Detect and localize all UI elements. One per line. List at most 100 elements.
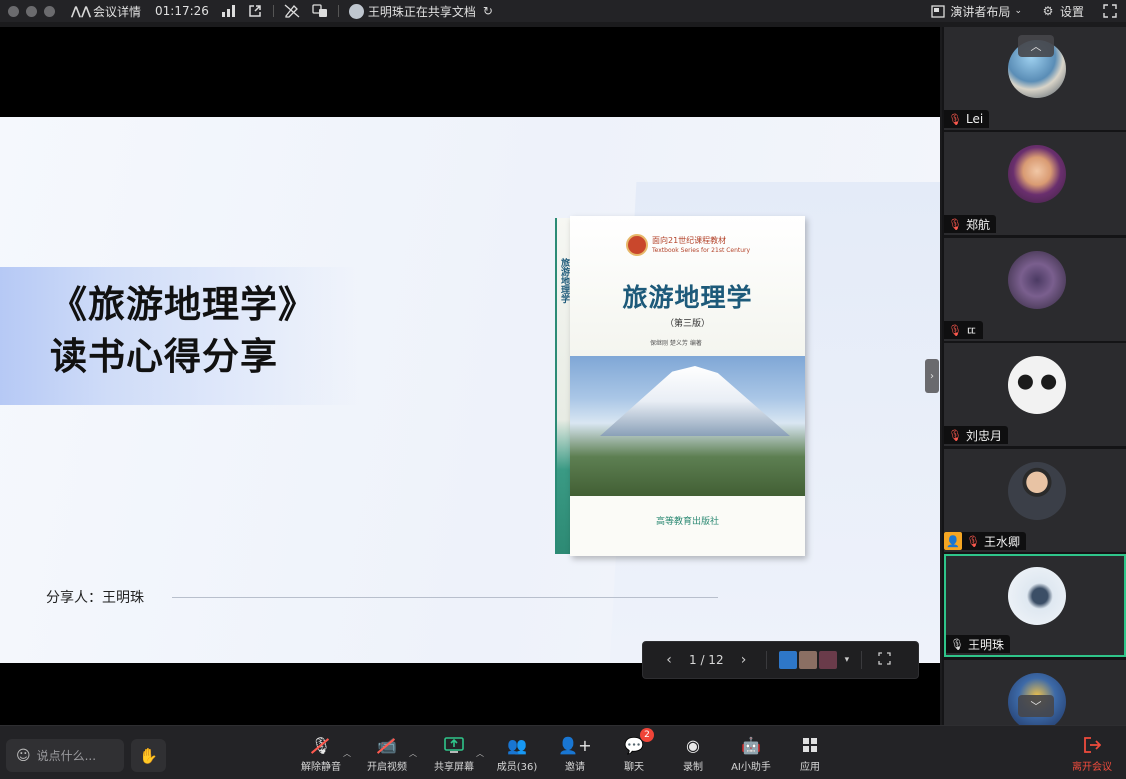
participant-name-tag: 🎙 郑航 <box>944 215 996 233</box>
meeting-details-button[interactable]: ⋀⋀ 会议详情 <box>71 3 142 20</box>
avatar <box>1008 462 1066 520</box>
topbar-right: 演讲者布局 ⌄ ⚙ 设置 <box>930 0 1118 22</box>
leave-meeting-button[interactable]: 离开会议 <box>1070 734 1114 773</box>
mountain-photo <box>570 356 805 496</box>
meeting-timer: 01:17:26 <box>155 4 209 18</box>
thumbnail <box>818 651 837 669</box>
participant-tile-active-speaker[interactable]: 🎙 王明珠 <box>944 554 1126 657</box>
thumbnail <box>798 651 817 669</box>
start-video-label: 开启视频 <box>367 762 407 773</box>
ai-assistant-label: AI小助手 <box>731 762 771 773</box>
emoji-icon: ☺ <box>16 747 31 764</box>
participant-name-tag: 🎙 王明珠 <box>946 635 1010 653</box>
settings-label: 设置 <box>1059 4 1084 19</box>
members-label: 成员(36) <box>496 762 538 773</box>
meeting-details-label: 会议详情 <box>93 4 142 19</box>
avatar <box>1008 567 1066 625</box>
minimize-window-button[interactable] <box>26 5 37 17</box>
book-spine: 旅游地理学 <box>555 218 570 554</box>
participant-name-tag: 🎙 ㄸ <box>944 321 984 339</box>
scroll-down-button[interactable]: ﹀ <box>1018 695 1054 717</box>
audio-options-caret[interactable]: ︿ <box>343 748 351 759</box>
ai-assistant-icon: 🤖 <box>741 735 761 755</box>
ai-assistant-button[interactable]: 🤖 AI小助手 <box>720 734 782 776</box>
slide-title: 《旅游地理学》 读书心得分享 <box>50 279 316 383</box>
raise-hand-button[interactable]: ✋ <box>131 739 166 772</box>
avatar <box>1008 251 1066 309</box>
translate-icon[interactable] <box>312 4 328 18</box>
participant-name: 郑航 <box>965 217 990 232</box>
series-logo-icon <box>626 234 648 256</box>
participant-tile[interactable]: 🎙 ㄸ <box>944 238 1126 341</box>
unmute-label: 解除静音 <box>301 762 341 773</box>
annotation-off-icon[interactable] <box>284 4 300 18</box>
video-options-caret[interactable]: ︿ <box>409 748 417 759</box>
layout-menu-button[interactable]: 演讲者布局 ⌄ <box>930 3 1022 20</box>
slide-title-line1: 《旅游地理学》 <box>50 283 316 326</box>
invite-label: 邀请 <box>565 762 585 773</box>
scroll-up-button[interactable]: ︿ <box>1018 35 1054 57</box>
participant-name: ㄸ <box>965 323 978 338</box>
topbar-divider <box>272 5 274 17</box>
layout-icon <box>930 4 946 18</box>
members-icon: 👥 <box>507 735 527 755</box>
external-window-icon[interactable] <box>247 4 263 18</box>
page-indicator: 1 / 12 <box>689 653 724 667</box>
page-control: ‹ 1 / 12 › ▾ <box>642 641 919 679</box>
avatar <box>1008 145 1066 203</box>
leave-label: 离开会议 <box>1072 762 1112 773</box>
close-window-button[interactable] <box>8 5 19 17</box>
members-button[interactable]: 👥 成员(36) <box>486 734 548 776</box>
mic-muted-icon: 🎙 <box>310 735 332 755</box>
book-cover-image: 旅游地理学 面向21世纪课程教材 Textbook Series for 21s… <box>555 216 805 556</box>
book-edition: （第三版） <box>664 319 710 329</box>
mic-muted-icon: 🎙 <box>948 112 962 126</box>
apps-label: 应用 <box>800 762 820 773</box>
record-button[interactable]: ◉ 录制 <box>662 734 724 776</box>
participant-tile[interactable]: 🎙 郑航 <box>944 132 1126 235</box>
book-title: 旅游地理学 <box>622 283 753 312</box>
share-options-caret[interactable]: ︿ <box>476 748 484 759</box>
host-icon: 👤 <box>944 532 962 550</box>
participant-tile[interactable]: 👤 🎙 王水卿 <box>944 449 1126 552</box>
quick-chat-input[interactable]: ☺ 说点什么... <box>6 739 124 772</box>
book-authors: 保继刚 楚义芳 编著 <box>650 340 702 347</box>
apps-grid-icon <box>802 734 818 756</box>
presentation-slide: 《旅游地理学》 读书心得分享 分享人：王明珠 旅游地理学 面向21世纪课程教材 … <box>0 117 940 663</box>
participant-tile[interactable]: 🎙 刘忠月 <box>944 343 1126 446</box>
bottom-toolbar: ☺ 说点什么... ✋ 🎙 解除静音 ︿ 📹 开启视频 ︿ 共享屏幕 ︿ 👥 成… <box>0 725 1126 779</box>
prev-page-button[interactable]: ‹ <box>659 652 679 668</box>
sharer-thumbnails[interactable]: ▾ <box>778 651 849 669</box>
next-page-button[interactable]: › <box>734 652 754 668</box>
refresh-icon[interactable]: ↻ <box>480 4 496 18</box>
participant-name: 王明珠 <box>967 637 1004 652</box>
participant-name-tag: 🎙 Lei <box>944 110 990 128</box>
participant-name: 刘忠月 <box>965 428 1002 443</box>
add-user-icon: 👤+ <box>558 735 592 755</box>
sharing-status: 王明珠正在共享文档 ↻ <box>348 3 496 20</box>
page-control-divider <box>861 651 863 669</box>
invite-button[interactable]: 👤+ 邀请 <box>544 734 606 776</box>
fullscreen-icon[interactable] <box>1102 4 1118 18</box>
share-screen-label: 共享屏幕 <box>434 762 474 773</box>
mic-muted-icon: 🎙 <box>948 323 962 337</box>
mic-muted-icon: 🎙 <box>948 217 962 231</box>
chat-button[interactable]: 💬 2 聊天 <box>603 728 665 776</box>
slide-title-line2: 读书心得分享 <box>50 335 278 378</box>
mic-icon: 🎙 <box>950 637 964 651</box>
snow-mountain <box>600 366 790 436</box>
participant-name: Lei <box>965 112 984 126</box>
thumbnail <box>778 651 797 669</box>
maximize-window-button[interactable] <box>44 5 55 17</box>
signal-strength-icon[interactable] <box>221 4 237 18</box>
window-controls <box>8 5 55 17</box>
collapse-sidebar-button[interactable]: › <box>925 359 939 393</box>
mic-muted-icon: 🎙 <box>966 534 980 548</box>
book-publisher: 高等教育出版社 <box>655 517 719 527</box>
apps-button[interactable]: 应用 <box>779 734 841 776</box>
fullscreen-icon[interactable] <box>874 651 894 669</box>
hand-icon: ✋ <box>139 746 158 765</box>
settings-button[interactable]: ⚙ 设置 <box>1040 3 1084 20</box>
avatar <box>1008 356 1066 414</box>
chat-label: 聊天 <box>624 762 644 773</box>
